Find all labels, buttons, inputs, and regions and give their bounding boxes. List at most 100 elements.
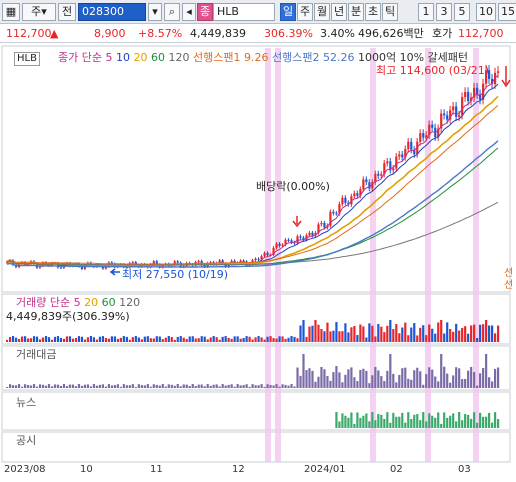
amount-bar	[365, 370, 368, 388]
amount-bar	[26, 384, 30, 388]
speaker-icon[interactable]: ◂	[182, 3, 196, 21]
volume-bar	[296, 338, 299, 342]
volume-bar	[221, 336, 224, 342]
volume-bar	[485, 320, 488, 342]
news-bar	[470, 418, 473, 428]
news-bar	[464, 414, 467, 428]
candle-body	[386, 161, 389, 164]
volume-bar	[497, 325, 500, 342]
amount-bar	[425, 374, 428, 388]
low-arrow-icon	[109, 268, 120, 276]
minute-button-1[interactable]: 1	[418, 3, 434, 21]
amount-bar	[488, 377, 491, 388]
disclosure-panel-label: 공시	[16, 434, 37, 447]
volume-bar	[236, 336, 239, 342]
news-bar	[467, 414, 470, 428]
volume-bar	[140, 339, 143, 342]
volume-bar	[416, 335, 419, 342]
amount-bar	[338, 372, 341, 388]
volume-bar	[83, 339, 87, 342]
amount-bar	[236, 384, 239, 388]
price-change-pct: +8.57%	[138, 27, 183, 40]
volume-bar	[218, 339, 221, 342]
news-bar	[338, 421, 341, 428]
minute-button-10[interactable]: 10	[476, 3, 496, 21]
amount-bar	[134, 386, 137, 388]
ask-label: 호가	[432, 27, 453, 40]
volume-bar	[392, 329, 395, 342]
volume-bar	[419, 327, 422, 342]
x-tick-label-2: 11	[150, 464, 163, 475]
period-tab-3[interactable]: 년	[331, 3, 347, 21]
news-bar	[497, 419, 500, 428]
volume-bar	[146, 336, 149, 342]
volume-bar	[371, 325, 374, 342]
stock-name-field[interactable]: HLB	[213, 3, 275, 21]
minute-button-3[interactable]: 3	[436, 3, 452, 21]
period-tab-6[interactable]: 틱	[382, 3, 398, 21]
amount-bar	[431, 369, 434, 388]
volume-bar	[107, 338, 110, 342]
legend-item-0: 종가 단순	[58, 51, 106, 64]
ma-line-60	[6, 147, 499, 266]
amount-bar	[215, 384, 218, 388]
amount-bar	[272, 385, 275, 388]
candle-body	[197, 261, 200, 263]
volume-bar	[290, 336, 293, 342]
market-select[interactable]: 주▾	[22, 3, 56, 21]
volume-bar	[173, 339, 176, 342]
news-bar	[413, 414, 416, 428]
volume-bar	[137, 337, 140, 342]
price-chart[interactable]	[0, 44, 516, 482]
amount-bar	[14, 385, 18, 388]
volume-bar	[50, 339, 54, 342]
amount-bar	[362, 368, 365, 388]
volume-bar	[161, 339, 164, 342]
volume-bar	[317, 324, 320, 342]
period-tab-5[interactable]: 초	[365, 3, 381, 21]
code-dropdown-button[interactable]: ▾	[148, 3, 162, 21]
volume-bar	[413, 323, 416, 342]
period-tab-0[interactable]: 일	[280, 3, 296, 21]
amount-bar	[251, 384, 254, 388]
amount-bar	[266, 384, 269, 388]
amount-bar	[332, 372, 335, 388]
minute-button-5[interactable]: 5	[454, 3, 470, 21]
volume-bar	[491, 325, 494, 342]
trade-amount: 496,626백만	[358, 27, 424, 40]
volume-bar	[71, 338, 75, 342]
amount-bar	[203, 386, 206, 388]
price-change: 8,900	[94, 27, 126, 40]
amount-bar	[104, 386, 107, 388]
search-icon[interactable]: ⌕	[164, 3, 180, 21]
grid-icon[interactable]: ▦	[2, 3, 20, 21]
volume-bar	[455, 323, 458, 342]
candle-body	[131, 262, 134, 264]
amount-bar	[422, 384, 425, 388]
amount-bar	[191, 384, 194, 388]
current-price: 112,700	[6, 27, 52, 40]
amount-bar	[164, 386, 167, 388]
news-bar	[425, 421, 428, 428]
amount-bar	[320, 366, 323, 388]
volume-bar	[428, 324, 431, 342]
main-panel-frame	[1, 45, 511, 293]
volume-bar	[293, 336, 296, 342]
amount-bar	[386, 370, 389, 388]
period-tab-2[interactable]: 월	[314, 3, 330, 21]
volume-bar	[185, 339, 188, 342]
volume-bar	[80, 336, 84, 342]
period-tab-1[interactable]: 주	[297, 3, 313, 21]
volume-bar	[440, 320, 443, 342]
stock-code-input[interactable]: 028300	[78, 3, 146, 21]
prev-button[interactable]: 전	[58, 3, 76, 21]
minute-button-15[interactable]: 15	[498, 3, 516, 21]
candle-body	[395, 156, 398, 169]
quote-bar: 112,700 ▲ 8,900 +8.57% 4,449,839 306.39%…	[0, 25, 516, 43]
news-panel-frame	[1, 391, 511, 431]
amount-bar	[302, 354, 305, 388]
amount-bar	[275, 384, 278, 388]
news-bar	[485, 416, 488, 428]
amount-panel-label: 거래대금	[16, 348, 57, 361]
period-tab-4[interactable]: 분	[348, 3, 364, 21]
